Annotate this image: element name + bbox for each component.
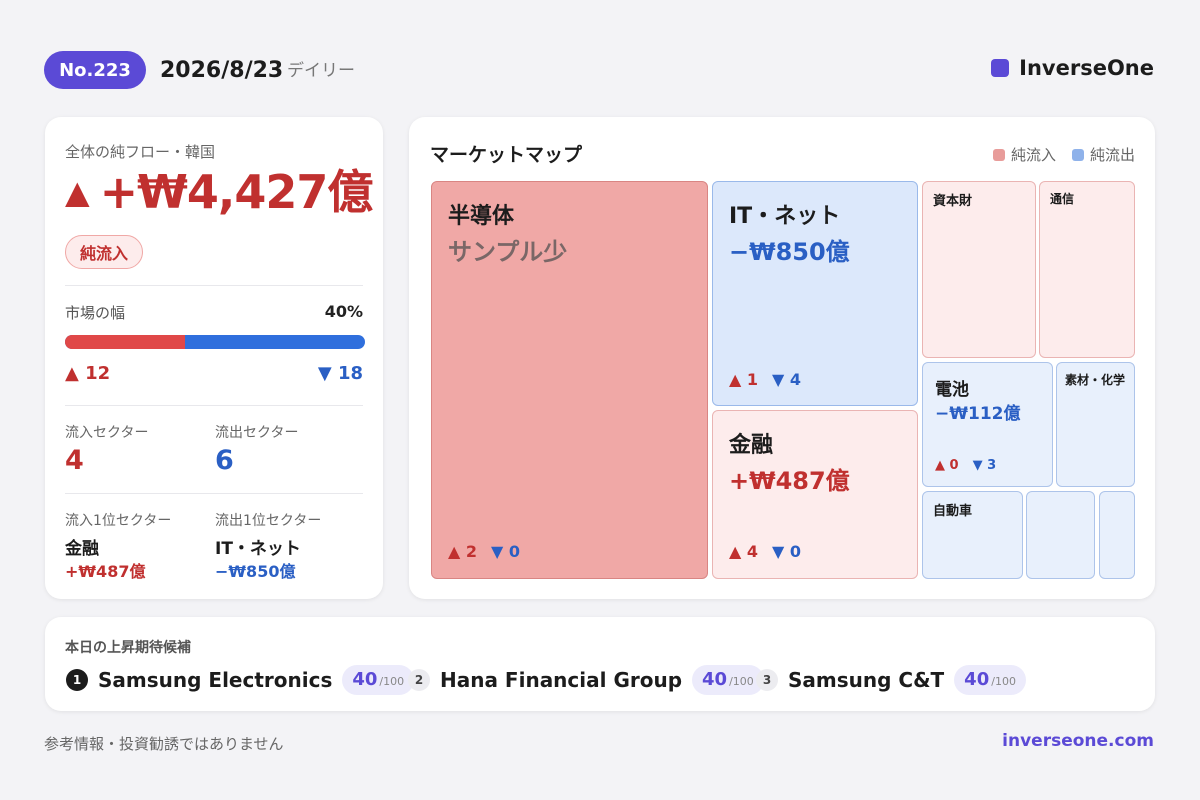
tile-unlabeled[interactable] [1099, 491, 1135, 579]
tile-auto[interactable]: 自動車 [922, 491, 1023, 579]
direction-badge: 純流入 [65, 235, 144, 269]
tile-semiconductors[interactable]: 半導体 サンプル少 ▲ 2 ▼ 0 [431, 181, 708, 579]
legend-outflow-swatch [1071, 148, 1084, 161]
legend-inflow-swatch [992, 148, 1005, 161]
legend-outflow-label: 純流出 [1089, 146, 1135, 164]
top-inflow-value: +₩487億 [65, 562, 146, 581]
inflow-sectors-label: 流入セクター [65, 425, 149, 441]
inflow-sectors-count: 4 [65, 445, 84, 476]
tile-up-count: ▲ 0 [935, 458, 959, 473]
decliners-count: ▼ 18 [317, 363, 363, 384]
tile-finance[interactable]: 金融 +₩487億 ▲ 4 ▼ 0 [712, 410, 918, 579]
divider [65, 493, 363, 494]
market-map-legend: 純流入 純流出 [985, 144, 1135, 165]
tile-name: 通信 [1050, 192, 1075, 206]
total-flow-value: +₩4,427億 [99, 165, 374, 219]
tile-it-net[interactable]: IT・ネット −₩850億 ▲ 1 ▼ 4 [712, 181, 918, 406]
score-value: 40 [352, 669, 378, 690]
brand-name: InverseOne [1019, 56, 1154, 80]
tile-down-count: ▼ 3 [972, 458, 997, 473]
top-outflow-label: 流出1位セクター [215, 513, 322, 529]
advancers-count: ▲ 12 [65, 363, 111, 384]
tile-name: 自動車 [933, 504, 973, 519]
pick-item[interactable]: 1 Samsung Electronics 40 /100 [66, 664, 415, 696]
tile-counts: ▲ 4 ▼ 0 [729, 542, 801, 561]
site-link[interactable]: inverseone.com [1002, 731, 1154, 751]
pick-item[interactable]: 3 Samsung C&T 40 /100 [756, 664, 1026, 696]
tile-name: 半導体 [448, 204, 515, 229]
top-outflow-sector: IT・ネット [215, 539, 301, 559]
rank-badge: 1 [66, 669, 88, 691]
market-map-title: マーケットマップ [430, 144, 583, 166]
tile-value: サンプル少 [448, 238, 568, 266]
rank-badge: 2 [408, 669, 430, 691]
legend-inflow-label: 純流入 [1010, 146, 1056, 164]
tile-materials[interactable]: 素材・化学 [1056, 362, 1135, 487]
tile-unlabeled[interactable] [1026, 491, 1095, 579]
top-inflow-sector: 金融 [65, 539, 99, 559]
tile-down-count: ▼ 0 [772, 542, 802, 561]
pick-name: Hana Financial Group [440, 668, 683, 692]
tile-name: 素材・化学 [1065, 373, 1126, 387]
outflow-sectors-label: 流出セクター [215, 425, 299, 441]
tile-down-count: ▼ 0 [491, 542, 521, 561]
score-max: /100 [729, 675, 754, 688]
pick-score: 40 /100 [954, 665, 1026, 695]
tile-up-count: ▲ 2 [448, 542, 478, 561]
score-value: 40 [964, 669, 990, 690]
score-max: /100 [991, 675, 1016, 688]
tile-battery[interactable]: 電池 −₩112億 ▲ 0 ▼ 3 [922, 362, 1053, 487]
report-date: 2026/8/23 [160, 58, 284, 83]
tile-value: +₩487億 [729, 467, 850, 495]
brand-logo-icon [991, 59, 1010, 77]
score-value: 40 [702, 669, 728, 690]
top-outflow-value: −₩850億 [215, 562, 296, 581]
top-inflow-label: 流入1位セクター [65, 513, 172, 529]
tile-counts: ▲ 0 ▼ 3 [935, 458, 996, 473]
tile-name: 資本財 [933, 194, 973, 209]
breadth-label: 市場の幅 [65, 304, 126, 322]
pick-item[interactable]: 2 Hana Financial Group 40 /100 [408, 664, 764, 696]
breadth-bar-up-fill [65, 335, 185, 349]
pick-score: 40 /100 [342, 665, 415, 695]
tile-down-count: ▼ 4 [772, 370, 802, 389]
divider [65, 285, 363, 286]
breadth-percent: 40% [324, 302, 363, 321]
up-arrow-icon: ▲ [65, 173, 90, 211]
pick-score: 40 /100 [692, 665, 764, 695]
tile-capital-goods[interactable]: 資本財 [922, 181, 1036, 358]
legend-inflow: 純流入 [992, 144, 1056, 165]
issue-badge: No.223 [44, 51, 146, 89]
disclaimer: 参考情報・投資勧誘ではありません [44, 735, 284, 753]
tile-up-count: ▲ 1 [729, 370, 759, 389]
pick-name: Samsung C&T [788, 668, 945, 692]
tile-name: 金融 [729, 433, 774, 458]
divider [65, 405, 363, 406]
tile-counts: ▲ 1 ▼ 4 [729, 370, 801, 389]
tile-counts: ▲ 2 ▼ 0 [448, 542, 520, 561]
tile-telecom[interactable]: 通信 [1039, 181, 1135, 358]
pick-name: Samsung Electronics [98, 668, 333, 692]
total-flow: ▲ +₩4,427億 [65, 162, 374, 222]
report-frequency: デイリー [287, 61, 355, 81]
picks-title: 本日の上昇期待候補 [65, 640, 191, 656]
breadth-bar [65, 335, 365, 349]
tile-value: −₩850億 [729, 238, 850, 266]
summary-title: 全体の純フロー・韓国 [65, 143, 216, 161]
rank-badge: 3 [756, 669, 778, 691]
brand: InverseOne [991, 56, 1154, 80]
tile-value: −₩112億 [935, 404, 1021, 424]
tile-name: IT・ネット [729, 204, 841, 229]
tile-up-count: ▲ 4 [729, 542, 759, 561]
tile-name: 電池 [935, 380, 969, 400]
score-max: /100 [379, 675, 405, 688]
legend-outflow: 純流出 [1071, 144, 1135, 165]
outflow-sectors-count: 6 [215, 445, 234, 476]
